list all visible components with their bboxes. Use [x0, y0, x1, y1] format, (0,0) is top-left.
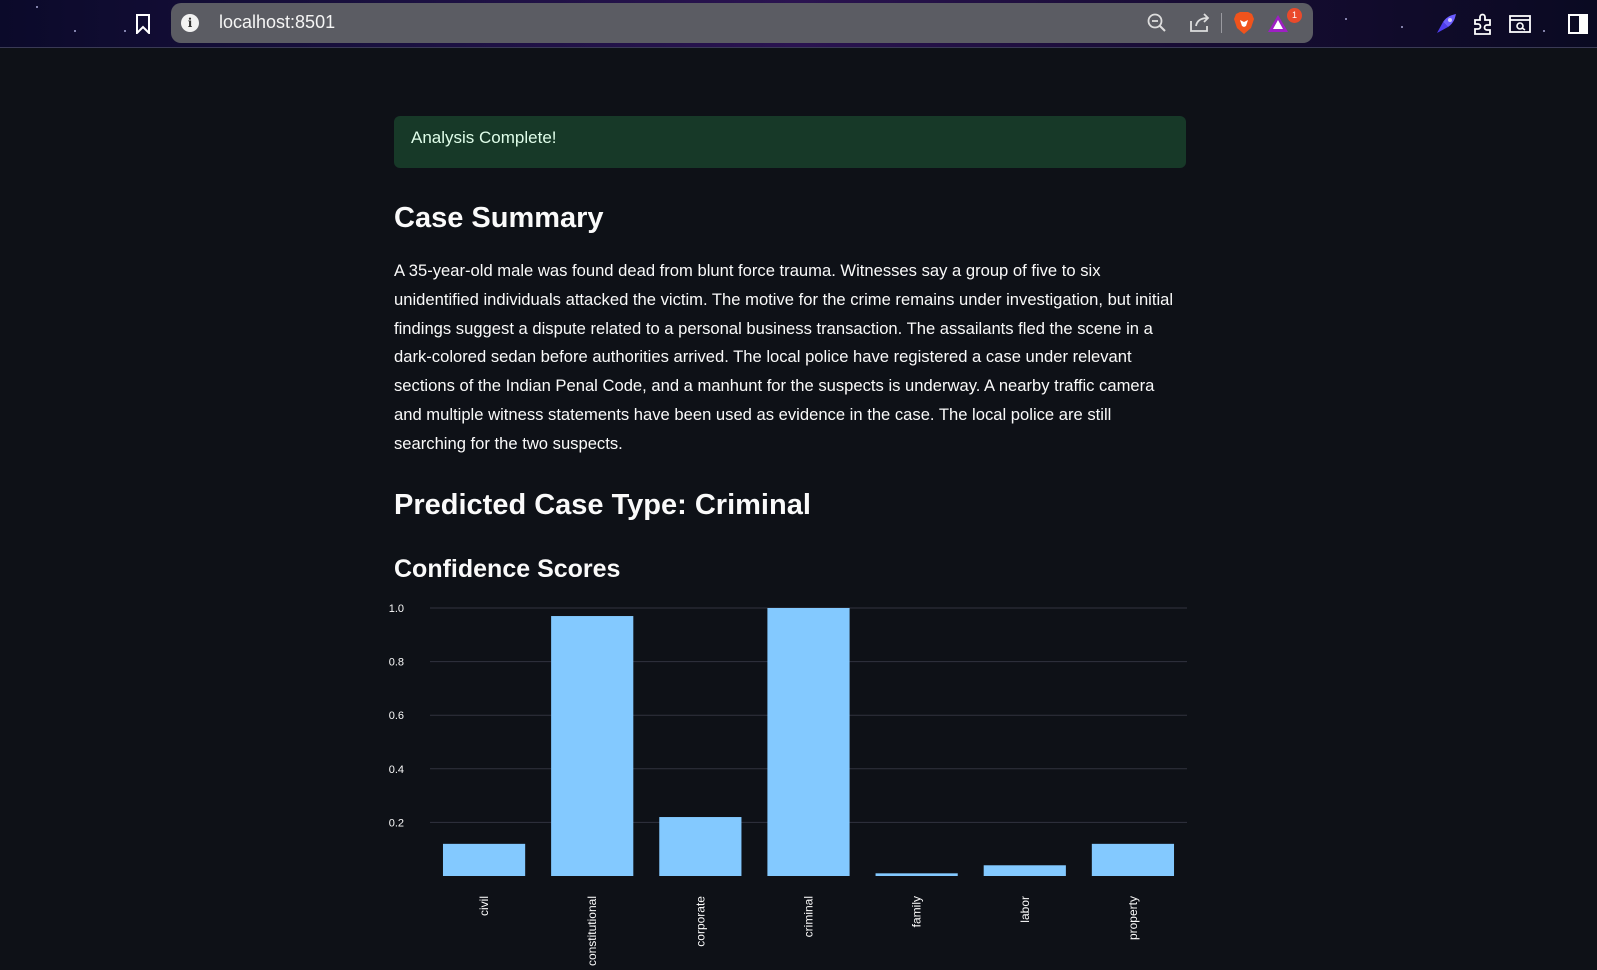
wallet-search-icon [1509, 15, 1531, 33]
predicted-case-type-heading: Predicted Case Type: Criminal [394, 489, 811, 521]
wallet-button[interactable] [1507, 11, 1533, 37]
x-tick-label: civil [477, 896, 491, 916]
sidebar-icon [1568, 14, 1588, 34]
extensions-menu-button[interactable] [1470, 11, 1496, 37]
url-text[interactable]: localhost:8501 [219, 12, 335, 33]
brave-lion-icon [1234, 12, 1254, 34]
y-tick-label: 0.4 [389, 764, 404, 776]
y-tick-label: 1.0 [389, 603, 404, 615]
rewards-triangle-icon [1268, 15, 1288, 32]
alert-text: Analysis Complete! [411, 128, 557, 147]
bar-labor [983, 865, 1066, 876]
star-decoration [36, 6, 38, 8]
address-bar[interactable]: i localhost:8501 1 [171, 3, 1313, 43]
browser-toolbar: i localhost:8501 1 [0, 0, 1597, 48]
notification-badge: 1 [1287, 8, 1302, 23]
x-tick-label: family [910, 896, 924, 927]
bar-property [1091, 843, 1175, 876]
star-decoration [1401, 26, 1403, 28]
confidence-scores-heading: Confidence Scores [394, 555, 621, 583]
puzzle-icon [1474, 13, 1491, 35]
x-tick-label: property [1126, 896, 1140, 940]
main-content: Analysis Complete! Case Summary A 35-yea… [394, 116, 1186, 583]
x-tick-label: corporate [693, 896, 707, 947]
bar-civil [442, 843, 526, 876]
star-decoration [74, 30, 76, 32]
case-summary-heading: Case Summary [394, 202, 604, 234]
share-icon [1190, 13, 1210, 32]
bar-corporate [659, 817, 742, 876]
bookmark-icon [136, 14, 150, 34]
site-info-icon[interactable]: i [181, 14, 199, 32]
bar-criminal [767, 608, 850, 876]
toolbar-divider [1221, 13, 1222, 33]
sidebar-toggle-button[interactable] [1565, 11, 1591, 37]
y-tick-label: 0.8 [389, 657, 404, 669]
extension-button[interactable] [1433, 11, 1459, 37]
brave-shields-button[interactable] [1233, 12, 1255, 34]
share-button[interactable] [1189, 12, 1211, 34]
case-summary-text: A 35-year-old male was found dead from b… [394, 261, 1174, 453]
x-tick-label: constitutional [585, 896, 599, 966]
bar-constitutional [551, 616, 634, 876]
rocket-extension-icon [1437, 14, 1456, 33]
star-decoration [124, 30, 126, 32]
star-decoration [1345, 18, 1347, 20]
confidence-bar-chart[interactable]: 0.2 0.4 0.6 0.8 1.0 civil constitutional corpor… [387, 590, 1187, 970]
bookmark-button[interactable] [132, 12, 154, 36]
y-tick-label: 0.6 [389, 710, 404, 722]
zoom-out-button[interactable] [1146, 12, 1168, 34]
x-tick-label: criminal [802, 896, 816, 937]
x-tick-label: labor [1018, 896, 1032, 923]
y-tick-label: 0.2 [389, 817, 404, 829]
zoom-out-icon [1147, 13, 1166, 32]
star-decoration [1543, 30, 1545, 32]
bar-family [875, 873, 958, 876]
brave-rewards-button[interactable] [1267, 12, 1289, 34]
success-alert: Analysis Complete! [394, 116, 1186, 168]
